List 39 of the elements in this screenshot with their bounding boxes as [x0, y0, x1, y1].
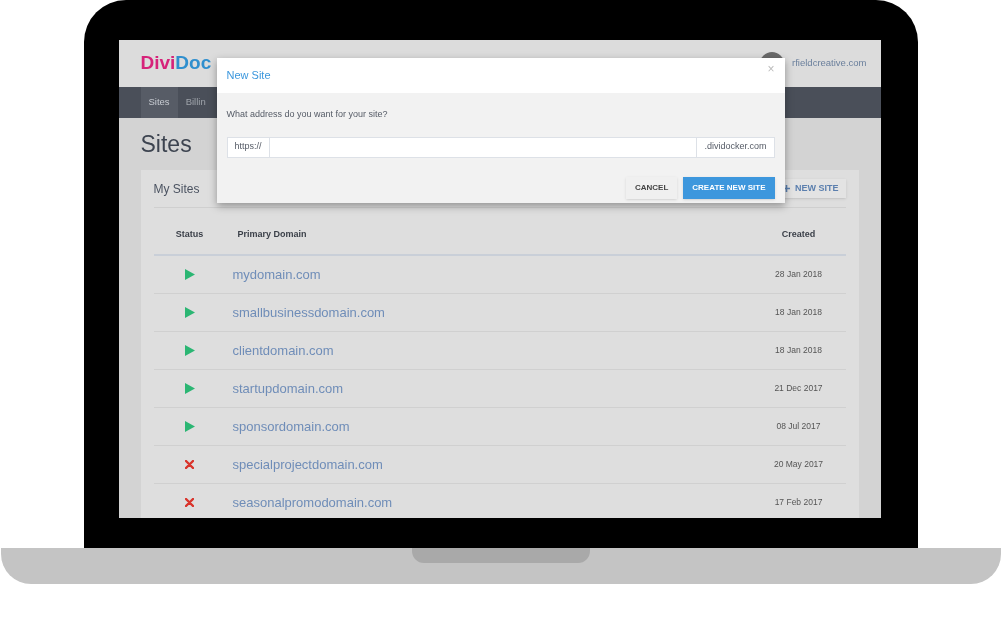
created-date: 08 Jul 2017 — [775, 420, 822, 433]
address-input-group[interactable]: https:// .dividocker.com — [226, 136, 775, 158]
logo-text: Doc — [175, 51, 212, 76]
dialog-question: What address do you want for your site? — [226, 108, 389, 121]
nav-tab[interactable]: Sites — [140, 87, 178, 118]
play-icon — [184, 421, 195, 432]
play-icon — [184, 345, 195, 356]
domain-suffix: .dividocker.com — [696, 137, 774, 157]
nav-tab[interactable]: Billin — [177, 87, 214, 118]
domain-link[interactable]: sponsordomain.com — [225, 416, 764, 437]
domain-link[interactable]: seasonalpromodomain.com — [225, 492, 764, 513]
cross-icon — [185, 498, 194, 507]
column-header: Status — [174, 228, 205, 242]
account-email: rfieldcreative.com — [792, 56, 867, 71]
cancel-button[interactable]: CANCEL — [625, 176, 678, 199]
play-icon — [184, 383, 195, 394]
logo-text: Divi — [140, 51, 176, 76]
domain-link[interactable]: specialprojectdomain.com — [225, 454, 764, 475]
play-icon — [184, 269, 195, 280]
dialog-title: New Site — [226, 68, 271, 84]
domain-link[interactable]: startupdomain.com — [225, 378, 764, 399]
created-date: 28 Jan 2018 — [774, 268, 823, 281]
column-header: Created — [780, 228, 817, 242]
created-date: 20 May 2017 — [772, 458, 825, 471]
create-site-button[interactable]: CREATE NEW SITE — [683, 176, 775, 199]
domain-link[interactable]: smallbusinessdomain.com — [225, 302, 764, 323]
column-header: Primary Domain — [236, 228, 308, 242]
cross-icon — [185, 460, 194, 469]
domain-link[interactable]: clientdomain.com — [225, 340, 764, 361]
card-title: My Sites — [153, 180, 200, 198]
domain-link[interactable]: mydomain.com — [225, 264, 764, 285]
created-date: 21 Dec 2017 — [773, 382, 824, 395]
close-button[interactable]: × — [767, 62, 775, 75]
url-prefix: https:// — [227, 137, 270, 157]
created-date: 18 Jan 2018 — [774, 344, 823, 357]
play-icon — [184, 307, 195, 318]
page-title: Sites — [140, 130, 192, 158]
created-date: 18 Jan 2018 — [774, 306, 823, 319]
created-date: 17 Feb 2017 — [773, 496, 824, 509]
